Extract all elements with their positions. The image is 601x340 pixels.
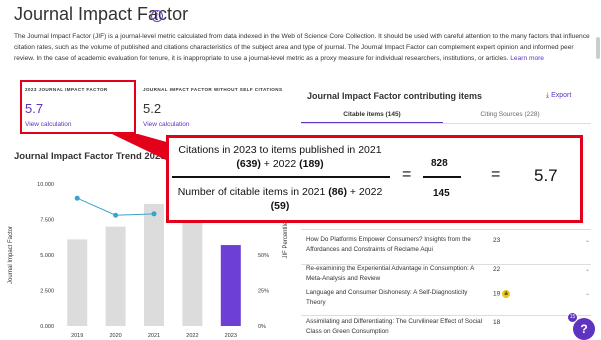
item-citation-count: 22 <box>493 266 501 273</box>
chart-bar <box>105 226 126 326</box>
fraction-bar-left <box>172 176 390 178</box>
description-text: The Journal Impact Factor (JIF) is a jou… <box>14 33 590 62</box>
denominator-2021-label: Number of citable items in 2021 <box>177 186 329 198</box>
jif-value: 5.7 <box>25 101 44 116</box>
numerator-line-1: Citations in 2023 to items published in … <box>178 144 382 156</box>
x-tick-label: 2021 <box>148 333 160 339</box>
item-citation-count: 18 <box>493 319 501 326</box>
item-title[interactable]: Language and Consumer Dishonesty: A Self… <box>306 288 486 308</box>
item-title[interactable]: Re-examining the Experiential Advantage … <box>306 264 486 284</box>
y2-tick-label: 0% <box>258 324 266 330</box>
result-value: 5.7 <box>534 166 558 185</box>
calculation-callout: Citations in 2023 to items published in … <box>166 135 583 223</box>
item-title[interactable]: How Do Platforms Empower Consumers? Insi… <box>306 235 486 255</box>
numerator-2021-count: (639) <box>236 158 261 170</box>
y2-tick-label: 25% <box>258 289 269 295</box>
y-tick-label: 2.500 <box>40 289 54 295</box>
item-citation-count: 23 <box>493 237 501 244</box>
item-citation-count-value: 19 <box>493 290 501 298</box>
y-tick-label: 10.000 <box>37 182 54 188</box>
jif-no-self-label: JOURNAL IMPACT FACTOR WITHOUT SELF CITAT… <box>143 87 283 92</box>
list-item[interactable]: Re-examining the Experiential Advantage … <box>301 264 591 291</box>
denominator-line-1: Number of citable items in 2021 (86) + 2… <box>169 185 391 199</box>
x-tick-label: 2022 <box>186 333 198 339</box>
y2-tick-label: 50% <box>258 253 269 259</box>
denominator-text: Number of citable items in 2021 (86) + 2… <box>169 185 391 213</box>
percentile-point <box>151 211 157 217</box>
percentile-line <box>76 197 155 216</box>
numerator-2022-count: (189) <box>299 158 324 170</box>
x-tick-label: 2020 <box>109 333 121 339</box>
numerator-value: 828 <box>431 158 448 169</box>
item-title[interactable]: Assimilating and Differentiating: The Cu… <box>306 317 486 337</box>
open-access-icon: a <box>502 290 511 298</box>
percentile-point <box>113 212 119 218</box>
list-item[interactable]: How Do Platforms Empower Consumers? Insi… <box>301 229 591 264</box>
y-tick-label: 5.000 <box>40 253 54 259</box>
chart-bar <box>67 239 88 326</box>
numerator-2022-label: + 2022 <box>260 158 300 170</box>
equals-sign-2: = <box>491 166 501 183</box>
scrollbar-handle[interactable] <box>596 37 600 59</box>
tab-divider <box>301 123 591 124</box>
tab-citing-sources[interactable]: Citing Sources (228) <box>450 111 570 118</box>
export-button[interactable]: ⤓ Export <box>546 92 571 100</box>
item-citation-count: 19 a <box>493 290 511 298</box>
list-item[interactable]: Assimilating and Differentiating: The Cu… <box>301 315 591 340</box>
x-tick-label: 2023 <box>225 333 237 339</box>
denominator-value: 145 <box>433 188 450 199</box>
jif-no-self-view-calculation-link[interactable]: View calculation <box>143 121 190 128</box>
notification-badge: 15 <box>567 312 578 323</box>
jif-no-self-value: 5.2 <box>143 101 162 116</box>
y-tick-label: 0.000 <box>40 324 54 330</box>
denominator-2021-count: (86) <box>328 186 347 198</box>
numerator-text: Citations in 2023 to items published in … <box>169 143 391 171</box>
info-circle-icon[interactable]: i <box>151 10 163 22</box>
numerator-line-2: (639) + 2022 (189) <box>169 157 391 171</box>
x-tick-label: 2019 <box>71 333 83 339</box>
y-axis-label: Journal Impact Factor <box>8 226 14 284</box>
percentile-point <box>74 195 80 201</box>
chart-bar <box>182 220 203 326</box>
y-tick-label: 7.500 <box>40 218 54 224</box>
chevron-down-icon[interactable]: ⌄ <box>585 266 590 273</box>
denominator-line-2: (59) <box>169 199 391 213</box>
equals-sign-1: = <box>402 166 412 183</box>
list-item[interactable]: Language and Consumer Dishonesty: A Self… <box>301 289 591 316</box>
chevron-down-icon[interactable]: ⌄ <box>585 237 590 244</box>
page-description: The Journal Impact Factor (JIF) is a jou… <box>14 31 590 64</box>
denominator-2022-count: (59) <box>270 200 290 212</box>
learn-more-link[interactable]: Learn more <box>510 55 544 62</box>
contributing-items-title: Journal Impact Factor contributing items <box>307 91 483 101</box>
download-icon: ⤓ <box>546 92 550 99</box>
tab-citable-items[interactable]: Citable items (145) <box>301 111 443 118</box>
fraction-bar-right <box>423 176 461 178</box>
chart-bar <box>220 245 241 326</box>
chart-bar <box>144 203 164 326</box>
jif-view-calculation-link[interactable]: View calculation <box>25 121 72 128</box>
export-label: Export <box>551 92 572 99</box>
jif-label: 2023 JOURNAL IMPACT FACTOR <box>25 87 108 92</box>
chevron-down-icon[interactable]: ⌄ <box>585 290 590 297</box>
denominator-2022-label: + 2022 <box>346 186 383 198</box>
